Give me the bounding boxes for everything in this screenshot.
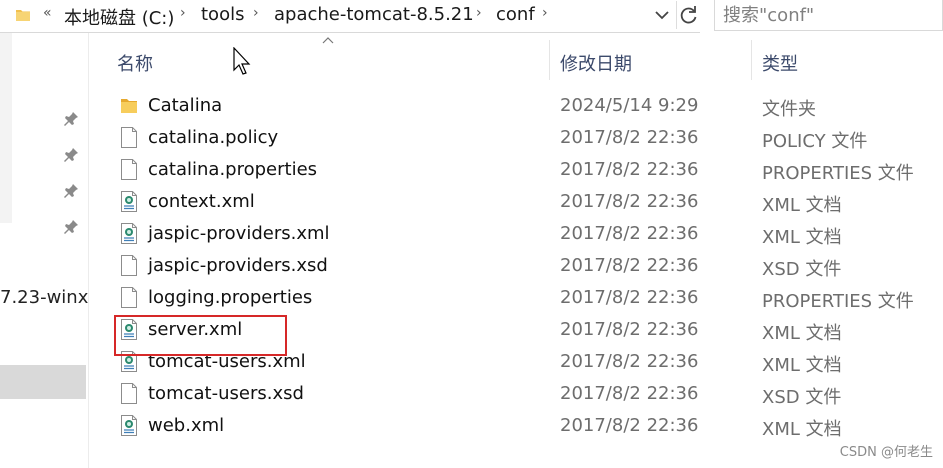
- file-row[interactable]: context.xml 2017/8/2 22:36 XML 文档: [0, 186, 943, 218]
- file-type: XML 文档: [762, 227, 842, 248]
- file-row[interactable]: Catalina 2024/5/14 9:29 文件夹: [0, 90, 943, 122]
- file-list: Catalina 2024/5/14 9:29 文件夹 catalina.policy…: [0, 90, 943, 442]
- file-name[interactable]: logging.properties: [148, 287, 312, 308]
- watermark: CSDN @何老生: [839, 445, 933, 460]
- file-icon: [120, 254, 138, 277]
- breadcrumb-separator-icon[interactable]: ›: [542, 5, 548, 21]
- file-name[interactable]: catalina.policy: [148, 127, 278, 148]
- file-row[interactable]: web.xml 2017/8/2 22:36 XML 文档: [0, 410, 943, 442]
- breadcrumb-separator-icon[interactable]: ›: [476, 5, 482, 21]
- folder-icon: [16, 10, 30, 21]
- column-header-type[interactable]: 类型: [762, 50, 798, 76]
- address-bar[interactable]: « 本地磁盘 (C:) › tools › apache-tomcat-8.5.…: [0, 0, 700, 33]
- mouse-cursor-icon: [233, 47, 251, 75]
- file-row[interactable]: jaspic-providers.xml 2017/8/2 22:36 XML 文档: [0, 218, 943, 250]
- file-type: POLICY 文件: [762, 131, 868, 152]
- file-modified-date: 2017/8/2 22:36: [560, 319, 699, 340]
- breadcrumb-separator-icon[interactable]: ›: [180, 5, 186, 21]
- file-name[interactable]: Catalina: [148, 95, 222, 116]
- file-type: XML 文档: [762, 355, 842, 376]
- file-modified-date: 2017/8/2 22:36: [560, 127, 699, 148]
- refresh-icon[interactable]: [676, 1, 701, 29]
- folder-icon: [120, 94, 138, 117]
- file-name[interactable]: jaspic-providers.xml: [148, 223, 330, 244]
- column-divider[interactable]: [549, 40, 550, 80]
- breadcrumb-tools[interactable]: tools: [201, 4, 244, 25]
- file-icon: [120, 286, 138, 309]
- file-row[interactable]: logging.properties 2017/8/2 22:36 PROPERTI…: [0, 282, 943, 314]
- address-history-dropdown-icon[interactable]: [652, 3, 672, 27]
- file-icon: [120, 126, 138, 149]
- file-row[interactable]: jaspic-providers.xsd 2017/8/2 22:36 XSD 文件: [0, 250, 943, 282]
- breadcrumb-conf[interactable]: conf: [496, 4, 535, 25]
- breadcrumb-overflow-icon[interactable]: «: [43, 5, 52, 21]
- sort-ascending-icon: [322, 37, 334, 44]
- file-type: XSD 文件: [762, 259, 842, 280]
- file-name[interactable]: web.xml: [148, 415, 224, 436]
- column-divider[interactable]: [751, 40, 752, 80]
- annotation-highlight-box: [114, 315, 287, 356]
- file-type: XML 文档: [762, 419, 842, 440]
- file-modified-date: 2017/8/2 22:36: [560, 383, 699, 404]
- file-type: XSD 文件: [762, 387, 842, 408]
- file-type: PROPERTIES 文件: [762, 163, 914, 184]
- file-icon: [120, 158, 138, 181]
- file-type: PROPERTIES 文件: [762, 291, 914, 312]
- breadcrumb-local-disk[interactable]: 本地磁盘 (C:): [64, 4, 174, 30]
- file-name[interactable]: jaspic-providers.xsd: [148, 255, 328, 276]
- breadcrumb-tomcat[interactable]: apache-tomcat-8.5.21: [274, 4, 474, 25]
- file-modified-date: 2017/8/2 22:36: [560, 191, 699, 212]
- file-name[interactable]: tomcat-users.xsd: [148, 383, 304, 404]
- file-modified-date: 2017/8/2 22:36: [560, 415, 699, 436]
- file-modified-date: 2017/8/2 22:36: [560, 223, 699, 244]
- file-modified-date: 2017/8/2 22:36: [560, 159, 699, 180]
- file-row[interactable]: catalina.properties 2017/8/2 22:36 PROPERT…: [0, 154, 943, 186]
- file-type: XML 文档: [762, 195, 842, 216]
- file-row[interactable]: tomcat-users.xsd 2017/8/2 22:36 XSD 文件: [0, 378, 943, 410]
- breadcrumb-separator-icon[interactable]: ›: [253, 5, 259, 21]
- file-type: XML 文档: [762, 323, 842, 344]
- file-modified-date: 2017/8/2 22:36: [560, 287, 699, 308]
- xml-file-icon: [120, 222, 138, 245]
- search-box[interactable]: [714, 0, 943, 31]
- file-name[interactable]: catalina.properties: [148, 159, 317, 180]
- file-modified-date: 2017/8/2 22:36: [560, 255, 699, 276]
- file-modified-date: 2017/8/2 22:36: [560, 351, 699, 372]
- file-type: 文件夹: [762, 99, 816, 120]
- file-icon: [120, 382, 138, 405]
- column-header-name[interactable]: 名称: [117, 50, 153, 76]
- file-row[interactable]: catalina.policy 2017/8/2 22:36 POLICY 文件: [0, 122, 943, 154]
- file-modified-date: 2024/5/14 9:29: [560, 95, 699, 116]
- xml-file-icon: [120, 190, 138, 213]
- xml-file-icon: [120, 414, 138, 437]
- search-input[interactable]: [715, 1, 943, 29]
- column-header-date[interactable]: 修改日期: [560, 50, 632, 76]
- file-name[interactable]: context.xml: [148, 191, 255, 212]
